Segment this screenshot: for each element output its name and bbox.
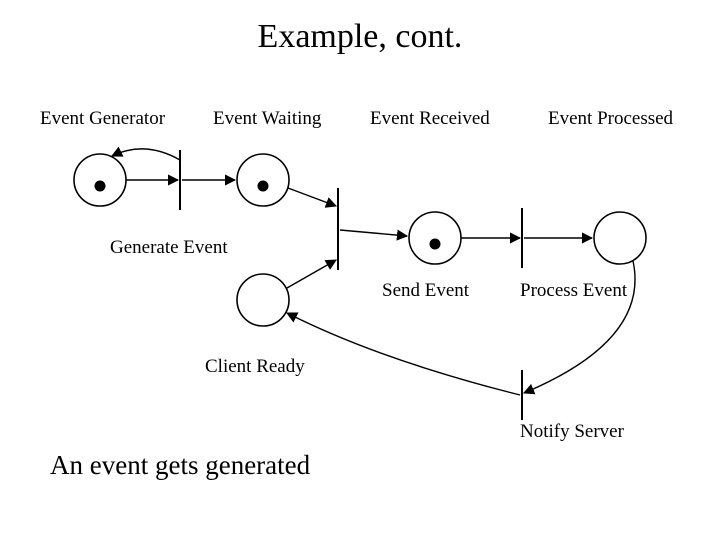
place-intermediate [409,212,461,264]
diagram-stage: Example, cont. Event Generator Event Wai… [0,0,720,540]
token-event-generator [95,181,106,192]
token-intermediate [430,239,441,250]
token-event-waiting [258,181,269,192]
place-event-waiting [237,154,289,206]
arc-generate-to-gen [112,149,180,160]
place-event-generator [74,154,126,206]
arc-notify-to-clientready [287,313,520,395]
petri-net-svg [0,0,720,540]
place-client-ready [237,274,289,326]
arc-processed-to-notify [524,261,635,393]
arc-send-to-intermediate [340,230,407,236]
place-event-processed [594,212,646,264]
arc-waiting-to-send [288,188,336,206]
arc-clientready-to-send [287,260,336,288]
